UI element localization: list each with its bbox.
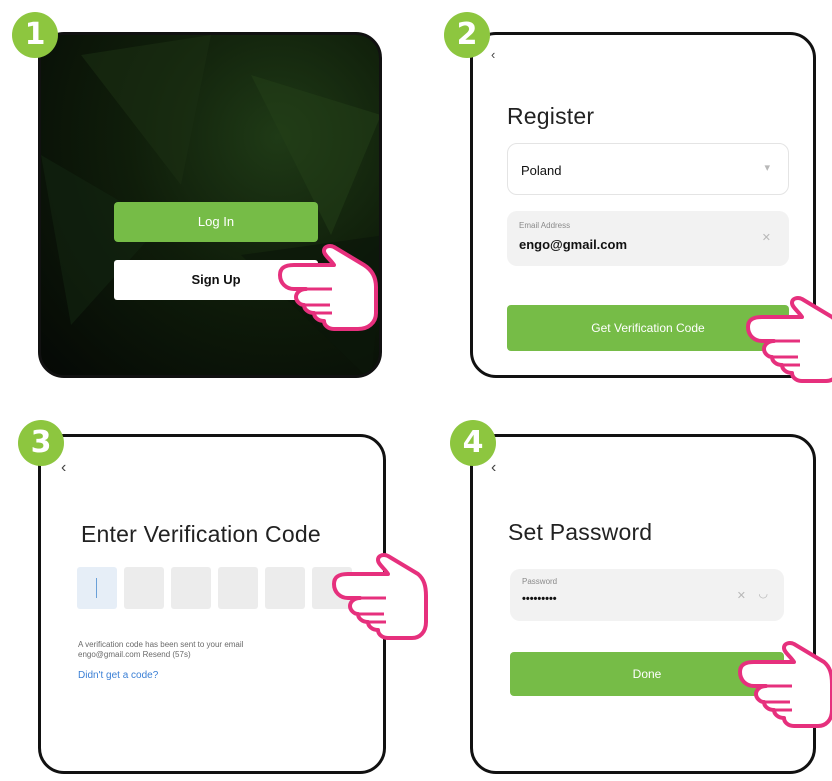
code-digit-5[interactable] <box>265 567 305 609</box>
code-digit-2[interactable] <box>124 567 164 609</box>
back-chevron-icon[interactable]: ‹ <box>491 459 496 477</box>
password-label: Password <box>522 577 558 586</box>
step-badge-3: 3 <box>18 420 64 466</box>
code-digit-1[interactable] <box>77 567 117 609</box>
didnt-get-code-link[interactable]: Didn't get a code? <box>78 670 158 681</box>
code-digit-4[interactable] <box>218 567 258 609</box>
step-badge-4: 4 <box>450 420 496 466</box>
email-label: Email Address <box>519 221 571 230</box>
step-badge-2: 2 <box>444 12 490 58</box>
page-title: Enter Verification Code <box>81 521 321 547</box>
clear-icon[interactable]: ✕ <box>762 231 771 244</box>
email-field[interactable]: Email Address engo@gmail.com ✕ <box>507 211 789 266</box>
password-field[interactable]: Password ••••••••• ✕ ◡ <box>510 569 784 621</box>
back-chevron-icon[interactable]: ‹ <box>61 459 66 477</box>
back-chevron-icon[interactable]: ‹ <box>491 47 495 62</box>
pointing-hand-icon <box>746 296 832 383</box>
step-badge-1: 1 <box>12 12 58 58</box>
page-title: Set Password <box>508 519 653 545</box>
pointing-hand-icon <box>332 553 428 640</box>
country-value: Poland <box>521 163 562 178</box>
email-value: engo@gmail.com <box>519 237 628 252</box>
chevron-down-icon: ▾ <box>764 162 770 174</box>
verification-hint: A verification code has been sent to you… <box>78 640 244 659</box>
login-button[interactable]: Log In <box>114 202 318 242</box>
code-digit-3[interactable] <box>171 567 211 609</box>
pointing-hand-icon <box>278 244 378 331</box>
page-title: Register <box>507 103 595 129</box>
text-cursor <box>96 578 97 598</box>
eye-hidden-icon[interactable]: ◡ <box>758 587 768 600</box>
password-value: ••••••••• <box>522 593 557 605</box>
clear-icon[interactable]: ✕ <box>737 589 746 602</box>
pointing-hand-icon <box>738 641 832 728</box>
country-select[interactable]: Poland ▾ <box>507 143 789 195</box>
